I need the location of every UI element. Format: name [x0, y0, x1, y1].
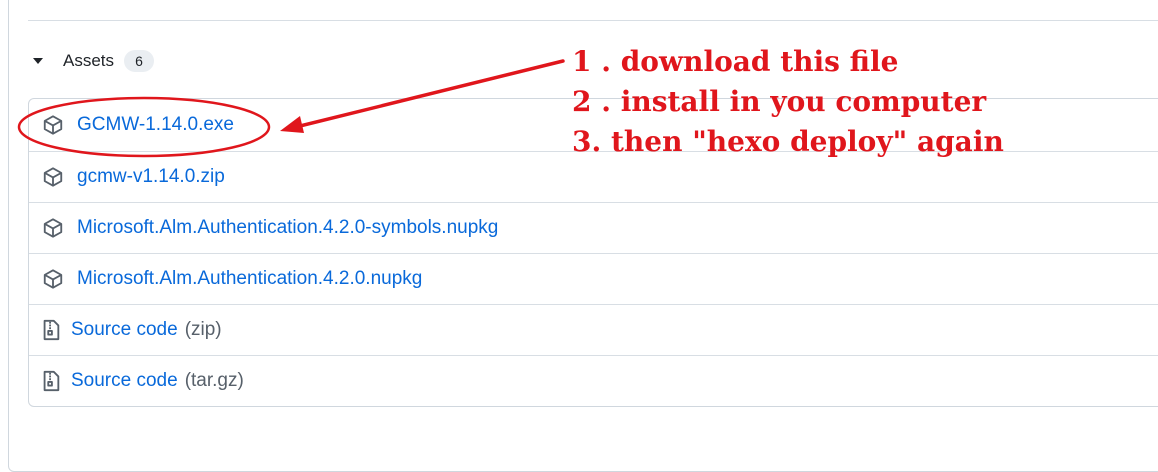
source-code-zip-link[interactable]: Source code — [71, 319, 178, 341]
asset-link-gcmw-exe[interactable]: GCMW-1.14.0.exe — [77, 114, 234, 136]
assets-toggle[interactable]: Assets 6 — [28, 46, 155, 76]
file-zip-icon — [41, 319, 61, 341]
asset-link-gcmw-zip[interactable]: gcmw-v1.14.0.zip — [77, 166, 225, 188]
asset-row: Microsoft.Alm.Authentication.4.2.0.nupkg — [29, 253, 1158, 304]
annotation-line: 3. then "hexo deploy" again — [572, 125, 1004, 158]
package-icon — [42, 268, 64, 290]
asset-row: Source code (zip) — [29, 304, 1158, 355]
asset-link-symbols-nupkg[interactable]: Microsoft.Alm.Authentication.4.2.0-symbo… — [77, 217, 498, 239]
asset-link-nupkg[interactable]: Microsoft.Alm.Authentication.4.2.0.nupkg — [77, 268, 422, 290]
caret-down-icon — [33, 58, 43, 64]
package-icon — [42, 166, 64, 188]
source-code-format: (tar.gz) — [184, 370, 244, 391]
source-code-targz-link[interactable]: Source code — [71, 370, 178, 392]
annotation-line: 2 . install in you computer — [572, 85, 987, 118]
source-code-format: (zip) — [184, 319, 222, 340]
package-icon — [42, 217, 64, 239]
asset-row: Microsoft.Alm.Authentication.4.2.0-symbo… — [29, 202, 1158, 253]
annotation-text: 1 . download this file 2 . install in yo… — [572, 42, 1004, 162]
package-icon — [42, 114, 64, 136]
section-divider — [28, 20, 1158, 21]
file-zip-icon — [41, 370, 61, 392]
assets-count-badge: 6 — [124, 50, 155, 72]
annotation-line: 1 . download this file — [572, 45, 899, 78]
assets-title: Assets — [63, 51, 115, 70]
asset-row: Source code (tar.gz) — [29, 355, 1158, 406]
